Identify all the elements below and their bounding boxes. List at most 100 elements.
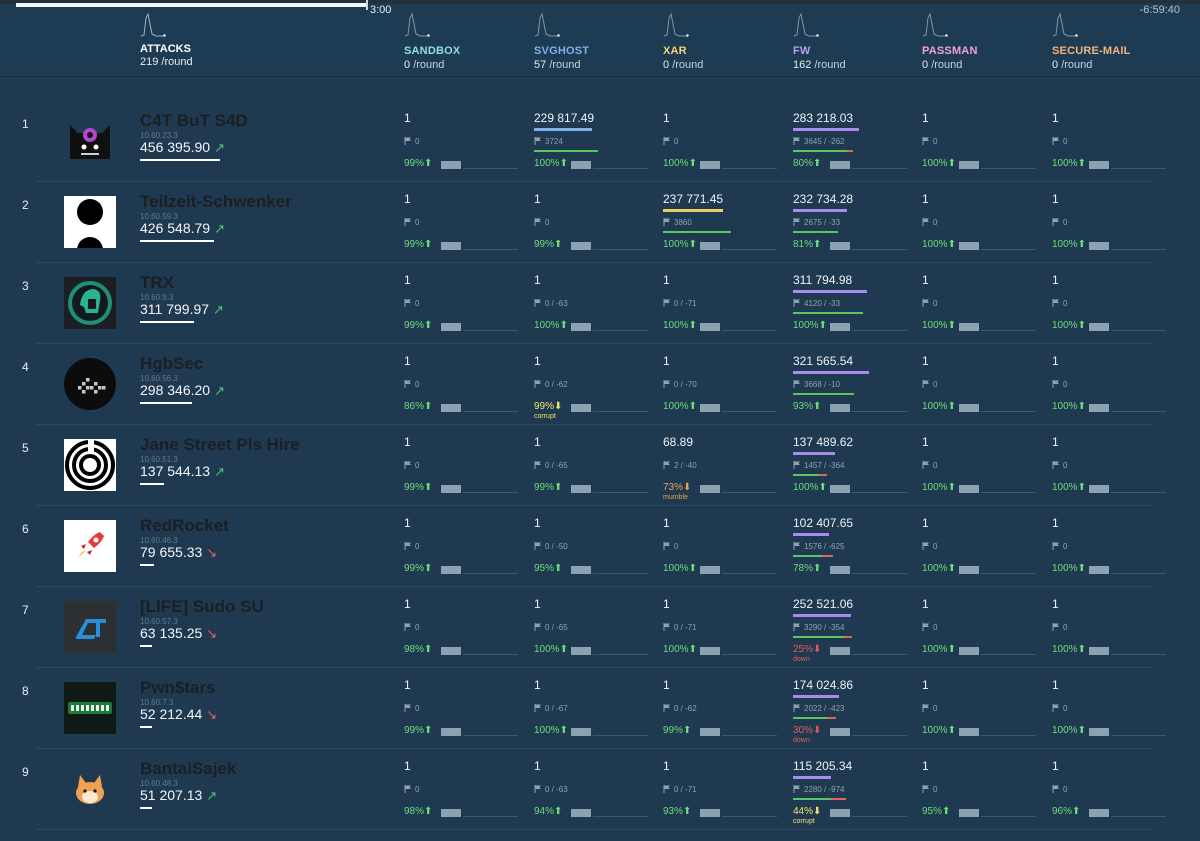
service-cell-passman[interactable]: 1 0 95%⬆ xyxy=(922,749,1042,829)
team-name[interactable]: [LIFE] Sudo SU xyxy=(140,597,264,617)
service-cell-svghost[interactable]: 1 0 / -65 99%⬆ xyxy=(534,425,654,505)
service-cell-sandbox[interactable]: 1 0 99%⬆ xyxy=(404,263,524,343)
service-sla-value: 99% xyxy=(404,482,425,493)
service-cell-sandbox[interactable]: 1 0 99%⬆ xyxy=(404,101,524,181)
service-cell-fw[interactable]: 137 489.62 1457 / -364 100%⬆ xyxy=(793,425,913,505)
service-sla: 78%⬆ xyxy=(793,563,821,574)
flag-icon xyxy=(793,380,800,388)
service-cell-secure-mail[interactable]: 1 0 100%⬆ xyxy=(1052,182,1172,262)
service-cell-secure-mail[interactable]: 1 0 100%⬆ xyxy=(1052,587,1172,667)
service-points-bar xyxy=(793,371,869,374)
service-cell-svghost[interactable]: 229 817.49 3724 100%⬆ xyxy=(534,101,654,181)
service-cell-passman[interactable]: 1 0 100%⬆ xyxy=(922,101,1042,181)
team-name[interactable]: BantaiSajek xyxy=(140,759,236,779)
flag-icon xyxy=(663,785,670,793)
service-cell-fw[interactable]: 283 218.03 3645 / -262 80%⬆ xyxy=(793,101,913,181)
arrow-up-icon: ⬆ xyxy=(554,239,563,250)
service-cell-svghost[interactable]: 1 0 / -65 100%⬆ xyxy=(534,587,654,667)
service-cell-svghost[interactable]: 1 0 99%⬆ xyxy=(534,182,654,262)
uptime-history xyxy=(463,411,518,412)
service-cell-passman[interactable]: 1 0 100%⬆ xyxy=(922,587,1042,667)
service-cell-fw[interactable]: 232 734.28 2675 / -33 81%⬆ xyxy=(793,182,913,262)
service-cell-passman[interactable]: 1 0 100%⬆ xyxy=(922,506,1042,586)
team-row[interactable]: 4 HgbSec 10.60.56.3 298 346.20 ↗ 1 0 86%⬆ 1 0 / -… xyxy=(0,344,1200,425)
service-sla: 100%⬆ xyxy=(1052,158,1086,169)
service-flags-value: 1576 / -625 xyxy=(804,542,845,551)
service-cell-sandbox[interactable]: 1 0 99%⬆ xyxy=(404,506,524,586)
team-row[interactable]: 8 Pwn$tars 10.60.7.3 52 212.44 ↘ 1 0 99%⬆ 1 0 / -… xyxy=(0,668,1200,749)
service-points-bar xyxy=(793,776,831,779)
service-name: SANDBOX xyxy=(404,45,461,57)
service-cell-secure-mail[interactable]: 1 0 96%⬆ xyxy=(1052,749,1172,829)
flag-icon xyxy=(1052,785,1059,793)
team-row[interactable]: 6 RedRocket 10.60.46.3 79 655.33 ↘ 1 0 99%⬆ 1 0 /… xyxy=(0,506,1200,587)
team-row[interactable]: 7 [LIFE] Sudo SU 10.60.57.3 63 135.25 ↘ 1 0 98%… xyxy=(0,587,1200,668)
service-cell-sandbox[interactable]: 1 0 99%⬆ xyxy=(404,425,524,505)
team-name[interactable]: Teilzeit-Schwenker xyxy=(140,192,292,212)
service-flags-value: 0 xyxy=(1063,380,1068,389)
team-score: 137 544.13 ↗ xyxy=(140,463,225,480)
service-cell-fw[interactable]: 102 407.65 1576 / -625 78%⬆ xyxy=(793,506,913,586)
arrow-up-icon: ⬆ xyxy=(559,320,568,331)
team-row[interactable]: 5 Jane Street Pls Hire 10.60.51.3 137 544.1… xyxy=(0,425,1200,506)
service-cell-svghost[interactable]: 1 0 / -63 100%⬆ xyxy=(534,263,654,343)
service-points: 1 xyxy=(534,678,541,692)
service-cell-fw[interactable]: 174 024.86 2022 / -423 30%⬇ down xyxy=(793,668,913,748)
service-cell-sandbox[interactable]: 1 0 98%⬆ xyxy=(404,749,524,829)
service-rate: 0 /round xyxy=(922,59,962,71)
service-cell-fw[interactable]: 252 521.06 3290 / -354 25%⬇ down xyxy=(793,587,913,667)
service-cell-sandbox[interactable]: 1 0 99%⬆ xyxy=(404,668,524,748)
team-name[interactable]: HgbSec xyxy=(140,354,203,374)
uptime-indicator xyxy=(700,323,720,331)
uptime-indicator xyxy=(441,242,461,250)
service-cell-secure-mail[interactable]: 1 0 100%⬆ xyxy=(1052,668,1172,748)
service-cell-xar[interactable]: 1 0 / -71 100%⬆ xyxy=(663,587,783,667)
service-cell-xar[interactable]: 1 0 100%⬆ xyxy=(663,506,783,586)
service-cell-sandbox[interactable]: 1 0 86%⬆ xyxy=(404,344,524,424)
service-cell-svghost[interactable]: 1 0 / -62 99%⬇ corrupt xyxy=(534,344,654,424)
service-cell-svghost[interactable]: 1 0 / -67 100%⬆ xyxy=(534,668,654,748)
service-cell-xar[interactable]: 1 0 / -71 100%⬆ xyxy=(663,263,783,343)
service-cell-xar[interactable]: 237 771.45 3860 100%⬆ xyxy=(663,182,783,262)
team-score-bar xyxy=(140,564,154,566)
service-points: 1 xyxy=(534,516,541,530)
team-name[interactable]: Pwn$tars xyxy=(140,678,216,698)
service-cell-passman[interactable]: 1 0 100%⬆ xyxy=(922,182,1042,262)
team-row[interactable]: 3 TRX 10.60.9.3 311 799.97 ↗ 1 0 99%⬆ 1 0 / -63 10… xyxy=(0,263,1200,344)
service-cell-svghost[interactable]: 1 0 / -63 94%⬆ xyxy=(534,749,654,829)
service-cell-fw[interactable]: 311 794.98 4120 / -33 100%⬆ xyxy=(793,263,913,343)
service-cell-xar[interactable]: 68.89 2 / -40 73%⬇ mumble xyxy=(663,425,783,505)
team-row[interactable]: 1 C4T BuT S4D 10.60.23.3 456 395.90 ↗ 1 0 99%⬆ 2… xyxy=(0,101,1200,182)
service-cell-sandbox[interactable]: 1 0 98%⬆ xyxy=(404,587,524,667)
service-points: 1 xyxy=(1052,111,1059,125)
team-name[interactable]: Jane Street Pls Hire xyxy=(140,435,300,455)
team-row[interactable]: 2 Teilzeit-Schwenker 10.60.59.3 426 548.79 ↗… xyxy=(0,182,1200,263)
service-cell-secure-mail[interactable]: 1 0 100%⬆ xyxy=(1052,344,1172,424)
service-flags-value: 0 xyxy=(933,218,938,227)
team-name[interactable]: TRX xyxy=(140,273,174,293)
service-cell-xar[interactable]: 1 0 / -70 100%⬆ xyxy=(663,344,783,424)
team-name[interactable]: RedRocket xyxy=(140,516,229,536)
service-cell-passman[interactable]: 1 0 100%⬆ xyxy=(922,668,1042,748)
service-flags: 0 xyxy=(922,542,937,551)
flag-icon xyxy=(404,461,411,469)
service-cell-secure-mail[interactable]: 1 0 100%⬆ xyxy=(1052,263,1172,343)
service-cell-xar[interactable]: 1 0 / -71 93%⬆ xyxy=(663,749,783,829)
service-cell-xar[interactable]: 1 0 / -62 99%⬆ xyxy=(663,668,783,748)
team-row[interactable]: 9 BantaiSajek 10.60.48.3 51 207.13 ↗ 1 0 98%⬆ 1 0… xyxy=(0,749,1200,830)
service-cell-passman[interactable]: 1 0 100%⬆ xyxy=(922,425,1042,505)
service-cell-secure-mail[interactable]: 1 0 100%⬆ xyxy=(1052,506,1172,586)
service-cell-passman[interactable]: 1 0 100%⬆ xyxy=(922,344,1042,424)
service-cell-secure-mail[interactable]: 1 0 100%⬆ xyxy=(1052,425,1172,505)
service-cell-sandbox[interactable]: 1 0 99%⬆ xyxy=(404,182,524,262)
service-points: 1 xyxy=(663,354,670,368)
service-cell-fw[interactable]: 115 205.34 2280 / -974 44%⬇ corrupt xyxy=(793,749,913,829)
service-cell-fw[interactable]: 321 565.54 3668 / -10 93%⬆ xyxy=(793,344,913,424)
team-name[interactable]: C4T BuT S4D xyxy=(140,111,248,131)
service-cell-xar[interactable]: 1 0 100%⬆ xyxy=(663,101,783,181)
service-cell-secure-mail[interactable]: 1 0 100%⬆ xyxy=(1052,101,1172,181)
service-cell-passman[interactable]: 1 0 100%⬆ xyxy=(922,263,1042,343)
service-cell-svghost[interactable]: 1 0 / -50 95%⬆ xyxy=(534,506,654,586)
service-rate-value: 57 xyxy=(534,59,547,71)
flag-icon xyxy=(534,380,541,388)
